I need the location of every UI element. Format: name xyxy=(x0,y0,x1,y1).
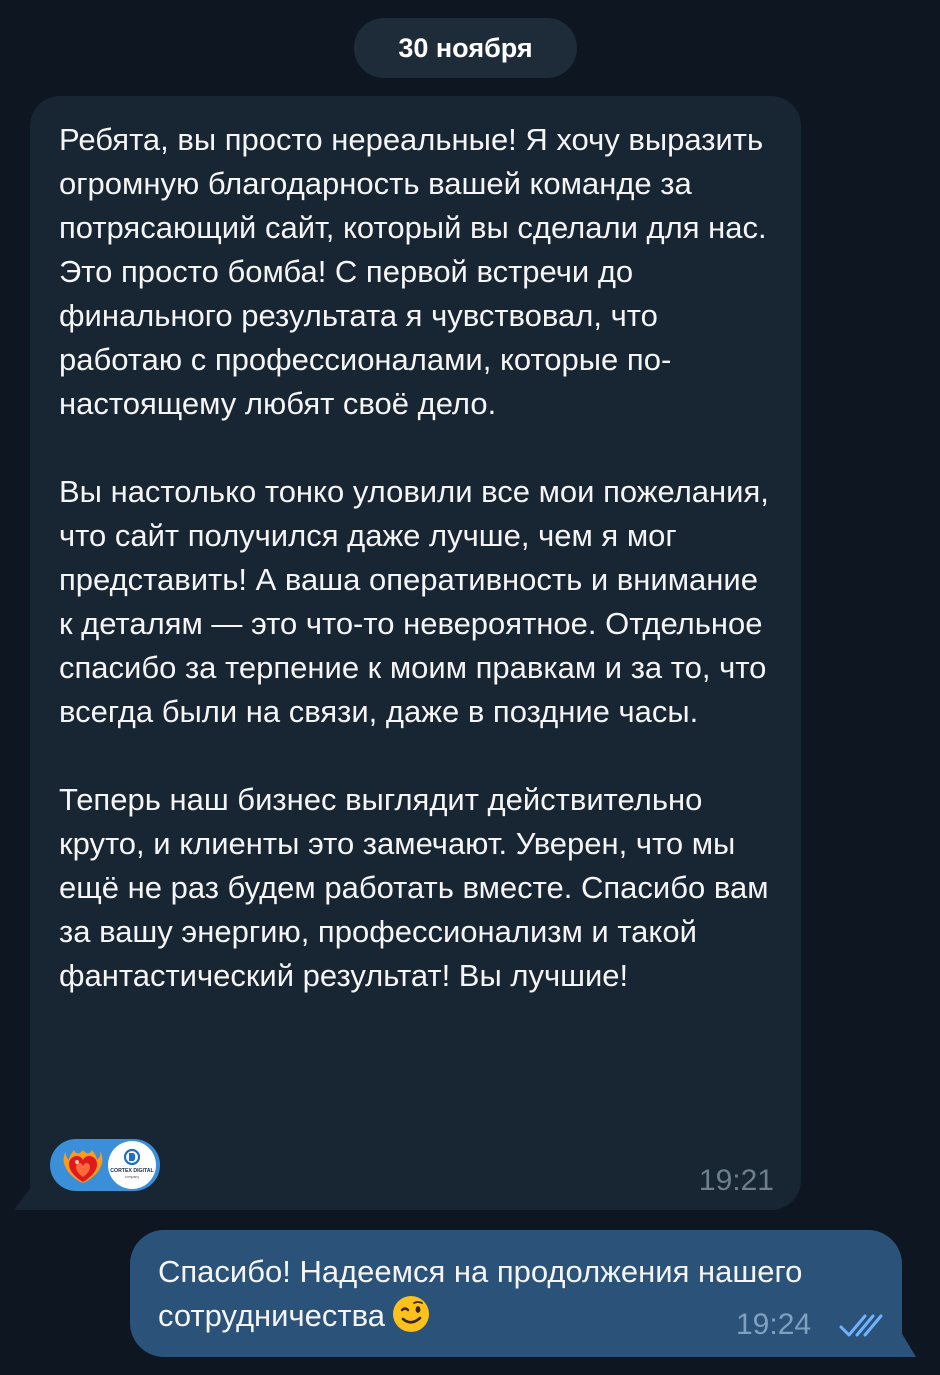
double-check-icon xyxy=(839,1314,883,1337)
svg-text:CORTEX DIGITAL: CORTEX DIGITAL xyxy=(110,1168,154,1174)
message-paragraph-1: Ребята, вы просто нереальные! Я хочу выр… xyxy=(59,122,776,421)
chat-view: 30 ноября Ребята, вы просто нереальные! … xyxy=(0,0,940,1375)
outgoing-message-body: Спасибо! Надеемся на продолжения нашего … xyxy=(158,1254,803,1333)
svg-text:company: company xyxy=(125,1175,139,1179)
incoming-message-text: Ребята, вы просто нереальные! Я хочу выр… xyxy=(59,118,779,998)
cortex-digital-logo: CORTEX DIGITAL company xyxy=(110,1148,155,1179)
outgoing-message[interactable]: Спасибо! Надеемся на продолжения нашего … xyxy=(130,1230,902,1357)
date-divider: 30 ноября xyxy=(354,18,577,78)
message-paragraph-3: Теперь наш бизнес выглядит действительно… xyxy=(59,782,778,993)
incoming-message-time: 19:21 xyxy=(698,1164,774,1197)
message-paragraph-2: Вы настолько тонко уловили все мои пожел… xyxy=(59,474,778,729)
outgoing-message-time: 19:24 xyxy=(736,1308,812,1341)
reaction-pill[interactable]: CORTEX DIGITAL company xyxy=(50,1139,160,1191)
incoming-message[interactable]: Ребята, вы просто нереальные! Я хочу выр… xyxy=(30,96,801,1210)
avatar: CORTEX DIGITAL company xyxy=(108,1141,156,1189)
winking-face-icon xyxy=(392,1296,429,1332)
heart-on-fire-icon xyxy=(63,1150,103,1183)
